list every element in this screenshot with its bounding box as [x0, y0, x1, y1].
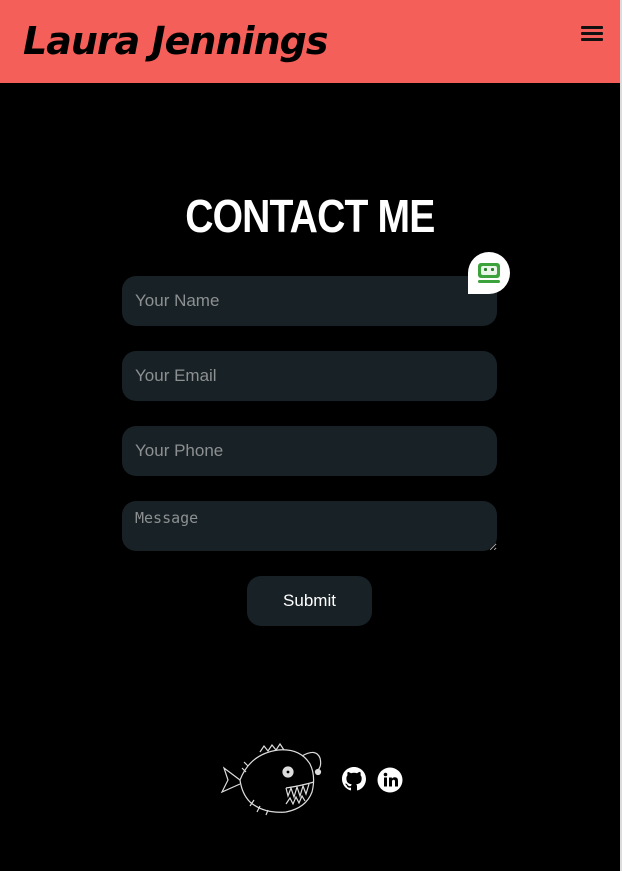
github-link[interactable]	[342, 767, 366, 796]
roboform-autofill-button[interactable]	[468, 252, 510, 294]
anglerfish-icon	[220, 742, 324, 821]
contact-heading: CONTACT ME	[185, 190, 435, 242]
message-textarea[interactable]	[122, 501, 497, 551]
roboform-icon	[478, 263, 500, 283]
email-input[interactable]	[122, 351, 497, 401]
github-icon	[342, 767, 366, 791]
hamburger-menu-button[interactable]	[578, 22, 606, 46]
linkedin-icon	[377, 767, 403, 793]
phone-input[interactable]	[122, 426, 497, 476]
hamburger-menu-icon	[581, 26, 603, 29]
site-title[interactable]: Laura Jennings	[23, 15, 328, 67]
name-input[interactable]	[122, 276, 497, 326]
linkedin-link[interactable]	[377, 767, 403, 798]
submit-button[interactable]: Submit	[247, 576, 372, 626]
site-header: Laura Jennings	[0, 0, 620, 83]
